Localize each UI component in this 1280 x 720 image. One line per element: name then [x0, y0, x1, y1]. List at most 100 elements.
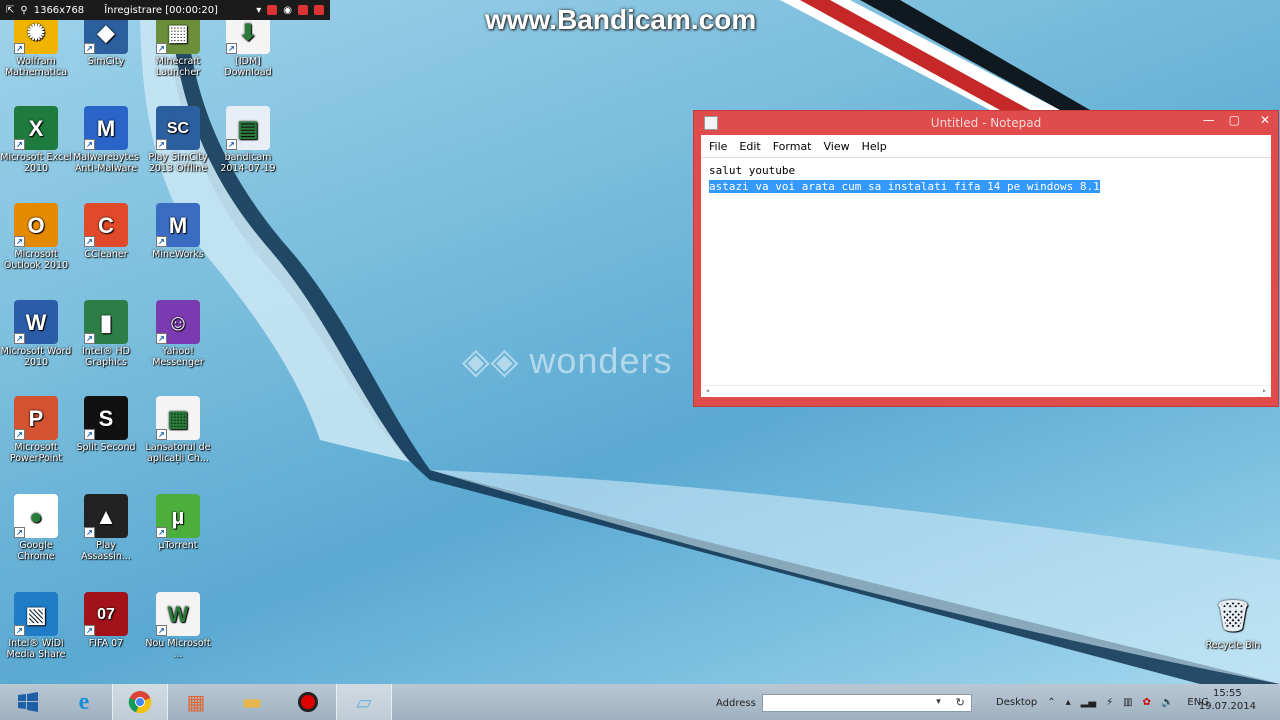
- menu-format[interactable]: Format: [773, 140, 812, 153]
- shortcut-arrow-icon: ↗: [84, 429, 95, 440]
- scroll-left-icon[interactable]: ◂: [705, 386, 710, 397]
- desktop-icon-label: µTorrent: [158, 540, 198, 551]
- desktop-icon-label: Nou Microsoft ...: [145, 638, 211, 660]
- scroll-right-icon[interactable]: ▸: [1262, 386, 1267, 397]
- taskbar-file-explorer[interactable]: ▬: [224, 684, 280, 720]
- close-button[interactable]: ✕: [1260, 113, 1270, 127]
- desktop-icon[interactable]: µ ↗ µTorrent: [142, 494, 214, 551]
- signal-icon[interactable]: ▂▄: [1081, 697, 1096, 708]
- shortcut-arrow-icon: ↗: [14, 625, 25, 636]
- pause-button[interactable]: [298, 5, 308, 15]
- desktop-icon[interactable]: ▧ ↗ Intel® WiDi Media Share: [0, 592, 72, 660]
- volume-icon[interactable]: 🔊: [1161, 697, 1173, 708]
- shortcut-arrow-icon: ↗: [84, 625, 95, 636]
- app-icon: ▮ ↗: [84, 300, 128, 344]
- desktop-icon[interactable]: M ↗ MineWorks: [142, 203, 214, 260]
- taskbar-bandicam[interactable]: [280, 684, 336, 720]
- start-button[interactable]: [0, 684, 56, 720]
- minimize-button[interactable]: —: [1203, 113, 1215, 127]
- desktop-icon[interactable]: P ↗ Microsoft PowerPoint: [0, 396, 72, 464]
- desktop-icon[interactable]: O ↗ Microsoft Outlook 2010: [0, 203, 72, 271]
- desktop-icon[interactable]: ▦ ↗ Lansatorul de aplicații Ch...: [142, 396, 214, 464]
- app-icon: ▦ ↗: [156, 396, 200, 440]
- clock-date: 19.07.2014: [1198, 701, 1256, 712]
- desktop-icon-label: MineWorks: [152, 249, 204, 260]
- desktop-icon-label: [IDM] Download: [224, 56, 272, 78]
- record-icon: [298, 692, 318, 712]
- pin-icon[interactable]: ⇱: [6, 5, 14, 16]
- desktop-icon[interactable]: ▲ ↗ Play Assassin...: [70, 494, 142, 562]
- app-icon: S ↗: [84, 396, 128, 440]
- horizontal-scrollbar[interactable]: ◂ ▸: [701, 385, 1271, 397]
- app-icon: ☺ ↗: [156, 300, 200, 344]
- refresh-icon[interactable]: ↻: [956, 696, 965, 709]
- desktop-icon[interactable]: S ↗ Split Second: [70, 396, 142, 453]
- desktop-icon[interactable]: 07 ↗ FIFA 07: [70, 592, 142, 649]
- maximize-button[interactable]: ▢: [1229, 113, 1240, 127]
- menu-edit[interactable]: Edit: [739, 140, 760, 153]
- taskbar-chrome[interactable]: [112, 684, 168, 720]
- desktop-toolbar-label[interactable]: Desktop: [996, 697, 1037, 708]
- shortcut-arrow-icon: ↗: [156, 43, 167, 54]
- desktop-icon[interactable]: W ↗ Nou Microsoft ...: [142, 592, 214, 660]
- desktop-icon[interactable]: C ↗ CCleaner: [70, 203, 142, 260]
- desktop-icon[interactable]: X ↗ Microsoft Excel 2010: [0, 106, 72, 174]
- notepad-titlebar[interactable]: Untitled - Notepad — ▢ ✕: [694, 111, 1278, 135]
- power-icon[interactable]: ⚡: [1106, 697, 1113, 708]
- desktop-icon[interactable]: ☺ ↗ Yahoo! Messenger: [142, 300, 214, 368]
- app-icon: ● ↗: [14, 494, 58, 538]
- camera-icon[interactable]: ◉: [283, 5, 292, 16]
- recycle-bin-label: Recycle Bin: [1205, 640, 1261, 651]
- desktop-icon[interactable]: ▦ ↗ Minecraft Launcher: [142, 10, 214, 78]
- desktop-icon[interactable]: ● ↗ Google Chrome: [0, 494, 72, 562]
- address-label: Address: [716, 697, 756, 709]
- taskbar-notepad[interactable]: ▱: [336, 684, 392, 720]
- taskbar-clock[interactable]: 15:55 19.07.2014: [1199, 687, 1256, 713]
- desktop-icon-label: Lansatorul de aplicații Ch...: [145, 442, 211, 464]
- shortcut-arrow-icon: ↗: [226, 43, 237, 54]
- app-icon: SC ↗: [156, 106, 200, 150]
- recycle-bin[interactable]: 🗑 Recycle Bin: [1197, 594, 1269, 651]
- shortcut-arrow-icon: ↗: [14, 139, 25, 150]
- folder-icon: ▬: [241, 689, 263, 715]
- app-icon: O ↗: [14, 203, 58, 247]
- search-icon[interactable]: ⚲: [20, 5, 27, 16]
- desktop-icon[interactable]: W ↗ Microsoft Word 2010: [0, 300, 72, 368]
- desktop-icon-label: CCleaner: [84, 249, 128, 260]
- desktop-icon[interactable]: M ↗ Malwarebytes Anti-Malware: [70, 106, 142, 174]
- text-line-1: salut youtube: [709, 164, 796, 177]
- desktop-icon[interactable]: ⬇ ↗ [IDM] Download: [212, 10, 284, 78]
- notepad-text-area[interactable]: salut youtube astazi va voi arata cum sa…: [701, 157, 1271, 397]
- taskbar-internet-explorer[interactable]: e: [56, 684, 112, 720]
- shortcut-arrow-icon: ↗: [14, 429, 25, 440]
- network-icon[interactable]: ▥: [1123, 697, 1132, 708]
- taskbar-app-launcher[interactable]: ▦: [168, 684, 224, 720]
- chevron-up-icon[interactable]: ⌃: [1047, 697, 1055, 708]
- notepad-icon: ▱: [356, 690, 372, 714]
- desktop-icon-label: Minecraft Launcher: [155, 56, 201, 78]
- shortcut-arrow-icon: ↗: [156, 527, 167, 538]
- recycle-bin-icon: 🗑: [1213, 599, 1253, 633]
- desktop-icon[interactable]: SC ↗ Play SimCity 2013 Offline: [142, 106, 214, 174]
- desktop-icon[interactable]: ▤ ↗ bandicam 2014-07-19: [212, 106, 284, 174]
- menu-help[interactable]: Help: [862, 140, 887, 153]
- app-icon: P ↗: [14, 396, 58, 440]
- chevron-down-icon[interactable]: ▾: [936, 697, 941, 707]
- app-icon: W ↗: [156, 592, 200, 636]
- address-input[interactable]: ▾ ↻: [761, 694, 972, 712]
- record-stop-button[interactable]: [267, 5, 278, 15]
- menu-view[interactable]: View: [824, 140, 850, 153]
- antivirus-icon[interactable]: ✿: [1143, 697, 1151, 708]
- desktop-icon[interactable]: ✺ ↗ Wolfram Mathematica: [0, 10, 72, 78]
- close-recorder-button[interactable]: [314, 5, 324, 15]
- tray-expand-icon[interactable]: ▴: [1066, 697, 1071, 708]
- desktop-icon[interactable]: ▮ ↗ Intel® HD Graphics: [70, 300, 142, 368]
- menu-file[interactable]: File: [709, 140, 727, 153]
- desktop-icon-label: Intel® WiDi Media Share: [6, 638, 66, 660]
- notepad-window[interactable]: Untitled - Notepad — ▢ ✕ File Edit Forma…: [693, 110, 1279, 407]
- desktop-icon-label: FIFA 07: [88, 638, 124, 649]
- shortcut-arrow-icon: ↗: [84, 139, 95, 150]
- chevron-down-icon[interactable]: ▾: [256, 5, 261, 16]
- desktop-icon-label: SimCity: [87, 56, 125, 67]
- shortcut-arrow-icon: ↗: [84, 527, 95, 538]
